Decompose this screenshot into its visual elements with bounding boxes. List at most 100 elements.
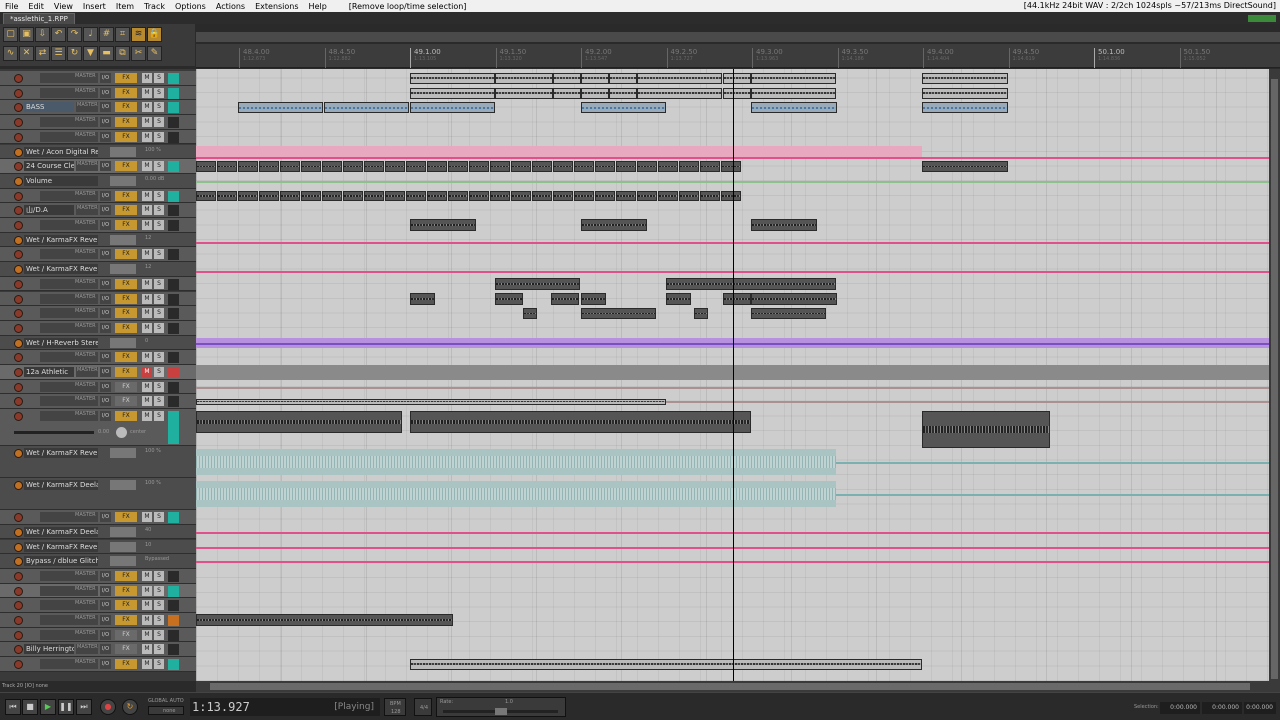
glue-icon[interactable]: ⧉ — [115, 46, 130, 61]
mute-button[interactable]: M — [142, 512, 152, 523]
media-item[interactable] — [581, 87, 609, 99]
media-item[interactable] — [259, 161, 279, 172]
volume-fader[interactable]: MASTER — [76, 367, 98, 377]
media-item[interactable] — [637, 87, 722, 99]
fx-button[interactable]: FX — [115, 131, 137, 142]
fx-button[interactable]: FX — [115, 585, 137, 596]
envelope-lane-row[interactable]: Wet / KarmaFX Reverb 12 — [0, 232, 196, 248]
media-item[interactable] — [410, 658, 922, 671]
volume-fader[interactable]: MASTER — [40, 73, 98, 83]
menu-view[interactable]: View — [49, 2, 78, 11]
media-item[interactable] — [343, 190, 363, 202]
selection-length[interactable]: 0:00.000 — [1244, 702, 1276, 714]
solo-button[interactable]: S — [154, 293, 164, 304]
playrate-slider-thumb[interactable] — [495, 708, 507, 715]
media-item[interactable] — [385, 161, 405, 172]
envelope-bypass-icon[interactable] — [14, 176, 23, 186]
volume-fader[interactable]: MASTER — [76, 102, 98, 113]
track-name[interactable]: Wet / KarmaFX Deelay — [24, 526, 98, 537]
solo-button[interactable]: S — [154, 352, 164, 363]
mute-button[interactable]: M — [142, 205, 152, 216]
volume-fader[interactable]: MASTER — [40, 190, 98, 201]
envelope-line[interactable] — [836, 494, 1269, 497]
io-button[interactable]: I/O — [100, 322, 111, 333]
track-row[interactable]: 山/D.A MASTER I/O FX M S — [0, 203, 196, 218]
record-arm-icon[interactable] — [14, 191, 23, 201]
volume-fader[interactable]: MASTER — [76, 644, 98, 655]
track-row[interactable]: MASTER I/O FX M S — [0, 291, 196, 307]
io-button[interactable]: I/O — [100, 570, 111, 581]
solo-button[interactable]: S — [154, 585, 164, 596]
media-item[interactable] — [410, 102, 495, 114]
media-item[interactable] — [280, 190, 300, 202]
mute-button[interactable]: M — [142, 381, 152, 392]
solo-button[interactable]: S — [154, 322, 164, 333]
fx-button[interactable]: FX — [115, 161, 137, 172]
track-row[interactable]: 12a Athletic MASTER I/O FX M S — [0, 365, 196, 380]
volume-fader[interactable]: MASTER — [40, 220, 98, 230]
fx-button[interactable]: FX — [115, 659, 137, 670]
go-to-end-button[interactable]: ⏭ — [76, 699, 92, 715]
media-item[interactable] — [595, 161, 615, 172]
record-arm-icon[interactable] — [14, 382, 23, 392]
menu-item[interactable]: Item — [111, 2, 139, 11]
io-button[interactable]: I/O — [100, 615, 111, 625]
stop-button[interactable]: ■ — [22, 699, 38, 715]
envelope-lane-row[interactable]: Wet / KarmaFX Reverb 12 — [0, 262, 196, 277]
envelope-bypass-icon[interactable] — [14, 557, 23, 567]
arrange-view[interactable] — [196, 69, 1269, 681]
mute-button[interactable]: M — [142, 102, 152, 113]
track-name[interactable]: Bypass / dblue Glitch v1 — [24, 556, 98, 567]
io-button[interactable]: I/O — [100, 249, 111, 260]
record-arm-icon[interactable] — [14, 103, 23, 113]
media-item[interactable] — [238, 102, 323, 114]
io-button[interactable]: I/O — [100, 205, 111, 216]
fx-button[interactable]: FX — [115, 570, 137, 581]
io-button[interactable]: I/O — [100, 352, 111, 363]
record-arm-icon[interactable] — [14, 660, 23, 670]
fx-button[interactable]: FX — [115, 205, 137, 216]
record-arm-icon[interactable] — [14, 279, 23, 289]
mute-button[interactable]: M — [142, 352, 152, 363]
mute-button[interactable]: M — [142, 278, 152, 289]
volume-fader[interactable]: MASTER — [40, 411, 98, 422]
media-item[interactable] — [280, 161, 300, 172]
envelope-lane-row[interactable]: Bypass / dblue Glitch v1 Bypassed — [0, 554, 196, 569]
track-row[interactable]: MASTER I/O FX M S — [0, 627, 196, 643]
media-item[interactable] — [595, 190, 615, 202]
volume-fader[interactable]: MASTER — [76, 161, 98, 172]
solo-button[interactable]: S — [154, 396, 164, 407]
crossfade-icon[interactable]: ✕ — [19, 46, 34, 61]
track-row[interactable]: MASTER I/O FX M S — [0, 320, 196, 336]
solo-button[interactable]: S — [154, 87, 164, 98]
envelope-lane-row[interactable]: Wet / Acon Digital Reverb 100 % — [0, 144, 196, 160]
media-item[interactable] — [553, 87, 581, 99]
record-arm-icon[interactable] — [14, 645, 23, 655]
track-row[interactable]: Billy HerringtonMASTERI/O FX MS — [0, 642, 196, 658]
track-name[interactable]: BASS — [24, 102, 74, 113]
record-arm-icon[interactable] — [14, 162, 23, 172]
media-item[interactable] — [551, 292, 579, 305]
media-item[interactable] — [679, 190, 699, 202]
volume-fader[interactable]: MASTER — [40, 585, 98, 596]
global-auto-mode[interactable]: none — [148, 706, 184, 715]
volume-fader[interactable]: MASTER — [40, 249, 98, 260]
track-row[interactable]: MASTER I/O FX M S — [0, 71, 196, 86]
solo-button[interactable]: S — [154, 615, 164, 625]
mute-button[interactable]: M — [142, 659, 152, 670]
track-name[interactable]: 12a Athletic — [24, 367, 74, 377]
record-arm-icon[interactable] — [14, 513, 23, 523]
media-item[interactable] — [490, 161, 510, 172]
media-item[interactable] — [196, 614, 453, 627]
grid-icon[interactable]: # — [99, 27, 114, 42]
io-button[interactable]: I/O — [100, 278, 111, 289]
fx-button[interactable]: FX — [115, 396, 137, 407]
track-row[interactable]: BASS MASTER I/O FX M S — [0, 100, 196, 116]
io-button[interactable]: I/O — [100, 659, 111, 670]
envelope-mode-button[interactable] — [110, 337, 136, 348]
media-item[interactable] — [751, 87, 836, 99]
media-item[interactable] — [723, 292, 751, 305]
media-item[interactable] — [751, 72, 836, 84]
menu-file[interactable]: File — [0, 2, 23, 11]
track-name[interactable]: Wet / KarmaFX Reverb — [24, 264, 98, 275]
